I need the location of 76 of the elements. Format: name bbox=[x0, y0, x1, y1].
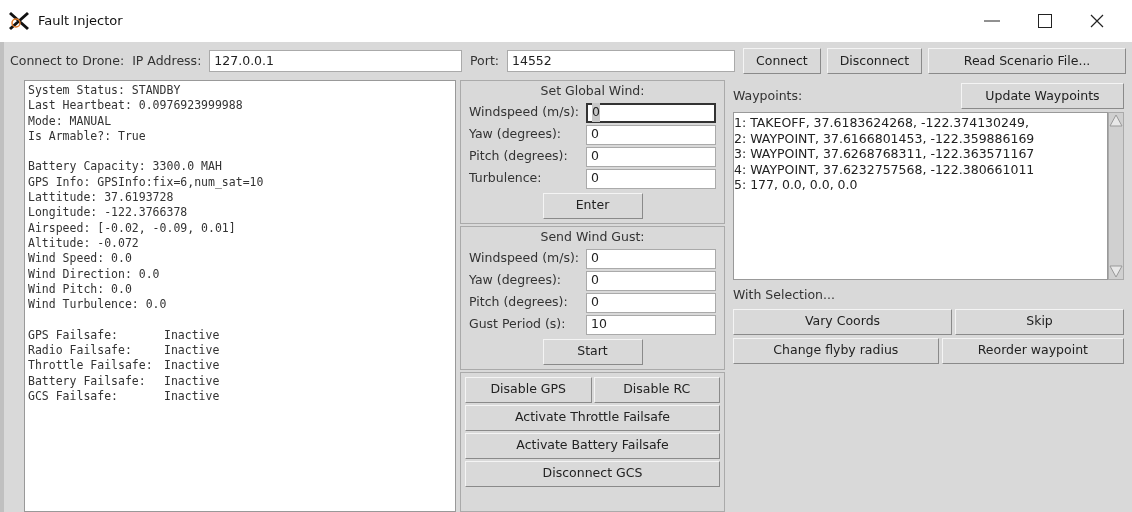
ip-label: IP Address: bbox=[132, 51, 202, 70]
field-label: Pitch (degrees): bbox=[469, 293, 568, 312]
scroll-up-icon[interactable] bbox=[1109, 113, 1123, 127]
field-label: Yaw (degrees): bbox=[469, 271, 562, 290]
failsafe-button[interactable]: Activate Battery Failsafe bbox=[465, 432, 720, 459]
scroll-down-icon[interactable] bbox=[1109, 265, 1123, 279]
input-field[interactable]: 0 bbox=[586, 292, 716, 313]
failsafe-button[interactable]: Disconnect GCS bbox=[465, 460, 720, 487]
toolbar-button[interactable]: Disconnect bbox=[826, 48, 923, 74]
scrollbar[interactable] bbox=[1108, 112, 1124, 280]
status-line: Wind Direction: 0.0 bbox=[28, 266, 161, 282]
port-field[interactable]: 14552 bbox=[507, 50, 735, 72]
status-line: Altitude: -0.072 bbox=[28, 235, 140, 252]
waypoint-item[interactable]: 5: 177, 0.0, 0.0, 0.0 bbox=[734, 177, 1107, 193]
input-field[interactable]: 0 bbox=[586, 102, 716, 123]
status-line: Wind Turbulence: 0.0 bbox=[28, 297, 168, 313]
failsafe-label: Battery Failsafe: bbox=[28, 373, 147, 389]
failsafe-status: Inactive bbox=[164, 373, 220, 389]
failsafe-status: Inactive bbox=[164, 388, 220, 405]
port-label: Port: bbox=[470, 51, 499, 70]
selection-button[interactable]: Reorder waypoint bbox=[941, 337, 1124, 364]
field-label: Windspeed (m/s): bbox=[469, 103, 580, 122]
maximize-icon[interactable] bbox=[1038, 14, 1052, 28]
waypoint-item[interactable]: 2: WAYPOINT, 37.6166801453, -122.359886169 bbox=[734, 130, 1107, 146]
field-label: Turbulence: bbox=[469, 169, 542, 188]
status-line: Is Armable?: True bbox=[28, 128, 147, 145]
failsafe-label: GPS Failsafe: bbox=[28, 327, 119, 344]
failsafe-label: Throttle Failsafe: bbox=[28, 358, 154, 374]
x-logo-icon bbox=[8, 11, 30, 31]
status-line: Mode: MANUAL bbox=[28, 113, 113, 129]
waypoint-item[interactable]: 3: WAYPOINT, 37.6268768311, -122.363571167 bbox=[734, 146, 1107, 162]
status-line: Battery Capacity: 3300.0 MAH bbox=[28, 159, 223, 175]
field-label: Gust Period (s): bbox=[469, 315, 566, 334]
status-line: Wind Pitch: 0.0 bbox=[28, 281, 133, 298]
failsafe-status: Inactive bbox=[164, 327, 220, 344]
status-line: Wind Speed: 0.0 bbox=[28, 251, 133, 267]
field-label: Yaw (degrees): bbox=[469, 125, 562, 144]
update-waypoints-button[interactable]: Update Waypoints bbox=[961, 83, 1124, 109]
input-field[interactable]: 0 bbox=[586, 124, 716, 145]
connect-label: Connect to Drone: bbox=[10, 51, 125, 70]
waypoint-item[interactable]: 1: TAKEOFF, 37.6183624268, -122.374130249, bbox=[734, 115, 1107, 131]
failsafe-status: Inactive bbox=[164, 358, 220, 374]
input-field[interactable]: 10 bbox=[586, 314, 716, 335]
ip-field[interactable]: 127.0.0.1 bbox=[209, 50, 462, 72]
input-field[interactable]: 0 bbox=[586, 248, 716, 269]
status-line: GPS Info: GPSInfo:fix=6,num_sat=10 bbox=[28, 174, 265, 191]
input-field[interactable]: 0 bbox=[586, 270, 716, 291]
panel-title: Send Wind Gust: bbox=[540, 227, 645, 246]
input-field[interactable]: 0 bbox=[586, 168, 716, 189]
selection-label: With Selection... bbox=[733, 286, 836, 304]
submit-button[interactable]: Start bbox=[542, 338, 643, 365]
close-icon[interactable] bbox=[1090, 14, 1104, 28]
submit-button[interactable]: Enter bbox=[542, 192, 643, 219]
field-label: Windspeed (m/s): bbox=[469, 249, 580, 268]
failsafe-label: GCS Failsafe: bbox=[28, 388, 119, 405]
toolbar-button[interactable]: Read Scenario File... bbox=[928, 48, 1126, 74]
failsafe-button[interactable]: Activate Throttle Failsafe bbox=[465, 404, 720, 431]
selection-button[interactable]: Skip bbox=[955, 308, 1124, 335]
toolbar-button[interactable]: Connect bbox=[743, 48, 821, 74]
status-line: Last Heartbeat: 0.0976923999988 bbox=[28, 98, 244, 114]
window-title: Fault Injector bbox=[38, 12, 123, 31]
input-field[interactable]: 0 bbox=[586, 146, 716, 167]
selection-button[interactable]: Change flyby radius bbox=[733, 337, 939, 364]
failsafe-button[interactable]: Disable GPS bbox=[465, 376, 592, 403]
selection-button[interactable]: Vary Coords bbox=[733, 308, 952, 335]
field-label: Pitch (degrees): bbox=[469, 147, 568, 166]
status-line: Airspeed: [-0.02, -0.09, 0.01] bbox=[28, 220, 237, 236]
status-line: System Status: STANDBY bbox=[28, 83, 182, 99]
panel-title: Set Global Wind: bbox=[540, 82, 645, 100]
status-line: Lattitude: 37.6193728 bbox=[28, 190, 175, 206]
failsafe-button[interactable]: Disable RC bbox=[593, 376, 720, 403]
waypoints-label: Waypoints: bbox=[733, 86, 803, 105]
status-line: Longitude: -122.3766378 bbox=[28, 205, 189, 221]
failsafe-label: Radio Failsafe: bbox=[28, 343, 133, 359]
waypoint-item[interactable]: 4: WAYPOINT, 37.6232757568, -122.380661011 bbox=[734, 161, 1107, 177]
failsafe-status: Inactive bbox=[164, 343, 220, 359]
